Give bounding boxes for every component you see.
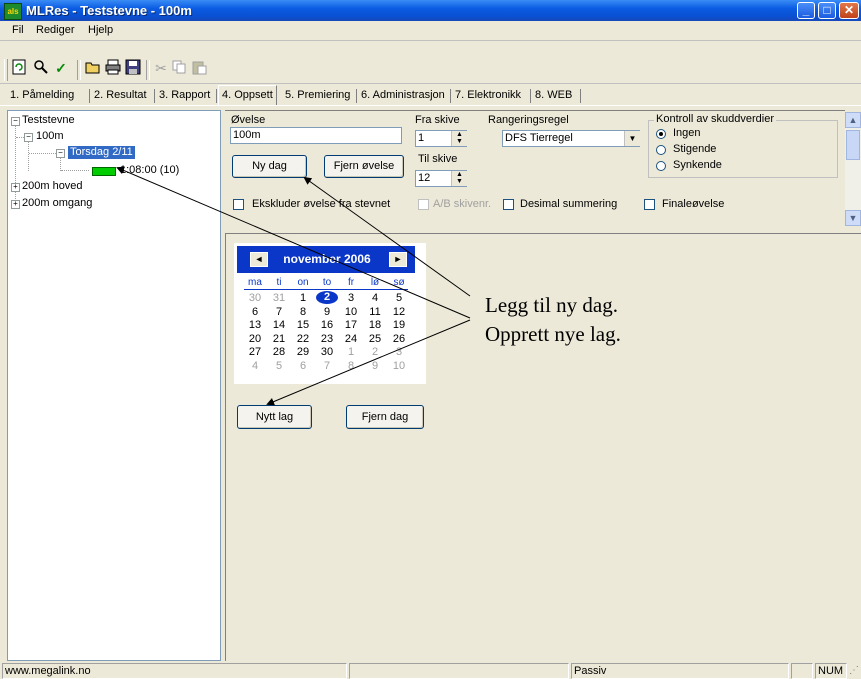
status-blank xyxy=(349,663,569,679)
arrow-to-tree-heat xyxy=(116,166,471,319)
status-mode: Passiv xyxy=(571,663,789,679)
arrow-to-nytt-lag xyxy=(266,319,471,406)
status-num: NUM xyxy=(815,663,847,679)
arrow-to-ny-dag xyxy=(303,176,471,297)
status-blank xyxy=(791,663,813,679)
resize-grip-icon[interactable]: ⋰ xyxy=(849,665,859,676)
annotation-arrows xyxy=(116,166,471,406)
status-url: www.megalink.no xyxy=(2,663,347,679)
